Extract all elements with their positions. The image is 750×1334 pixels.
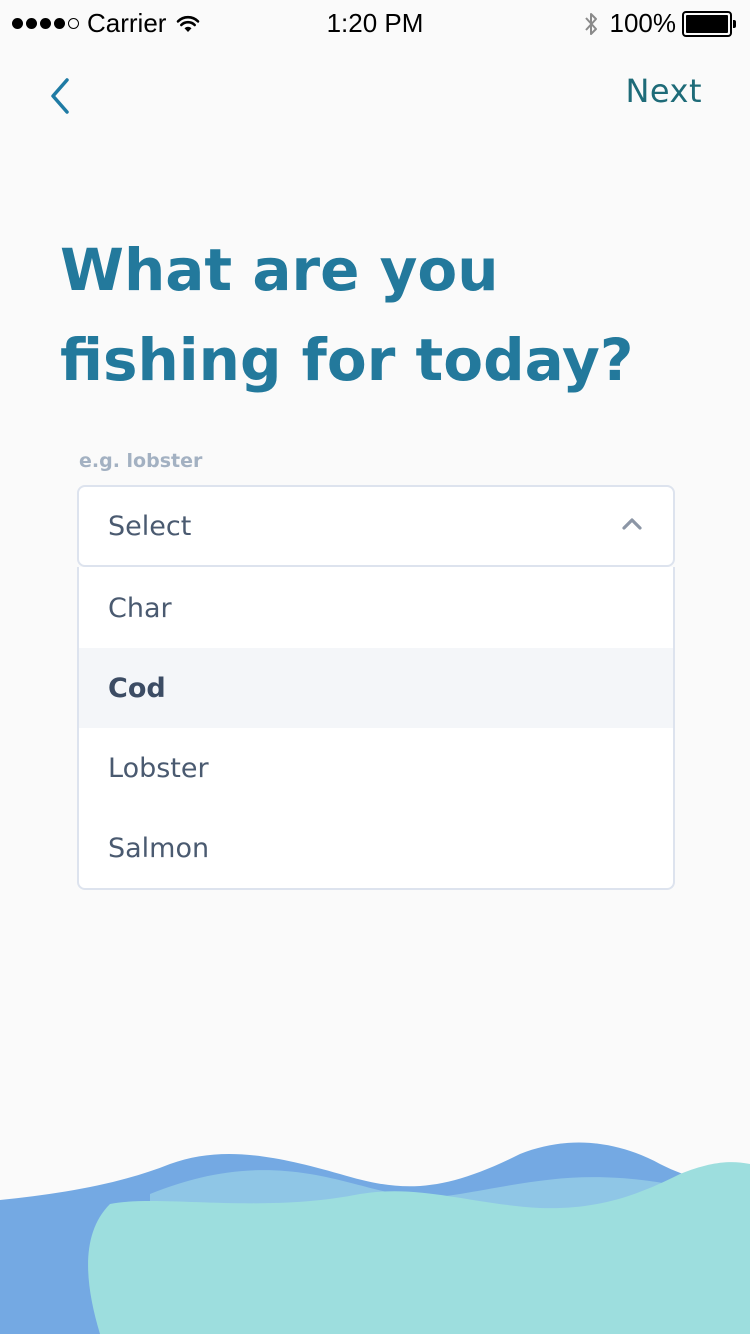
nav-bar: Next: [0, 56, 750, 136]
fish-select[interactable]: Select: [77, 485, 675, 567]
option-salmon[interactable]: Salmon: [79, 808, 673, 888]
status-right: 100%: [584, 8, 736, 39]
battery-percent: 100%: [609, 8, 677, 38]
back-button[interactable]: [36, 70, 84, 122]
status-bar: Carrier 1:20 PM 100%: [0, 0, 750, 44]
chevron-left-icon: [51, 78, 69, 114]
options-list: Char Cod Lobster Salmon: [77, 567, 675, 890]
next-button[interactable]: Next: [625, 72, 702, 110]
option-cod[interactable]: Cod: [79, 648, 673, 728]
wave-decoration: [0, 1142, 750, 1334]
option-lobster[interactable]: Lobster: [79, 728, 673, 808]
select-hint: e.g. lobster: [79, 450, 203, 472]
battery-icon: [682, 10, 736, 37]
select-value: Select: [108, 511, 192, 542]
bluetooth-icon: [584, 11, 598, 37]
chevron-up-icon: [621, 517, 643, 531]
page-title: What are you fishing for today?: [60, 236, 634, 394]
option-char[interactable]: Char: [79, 568, 673, 648]
